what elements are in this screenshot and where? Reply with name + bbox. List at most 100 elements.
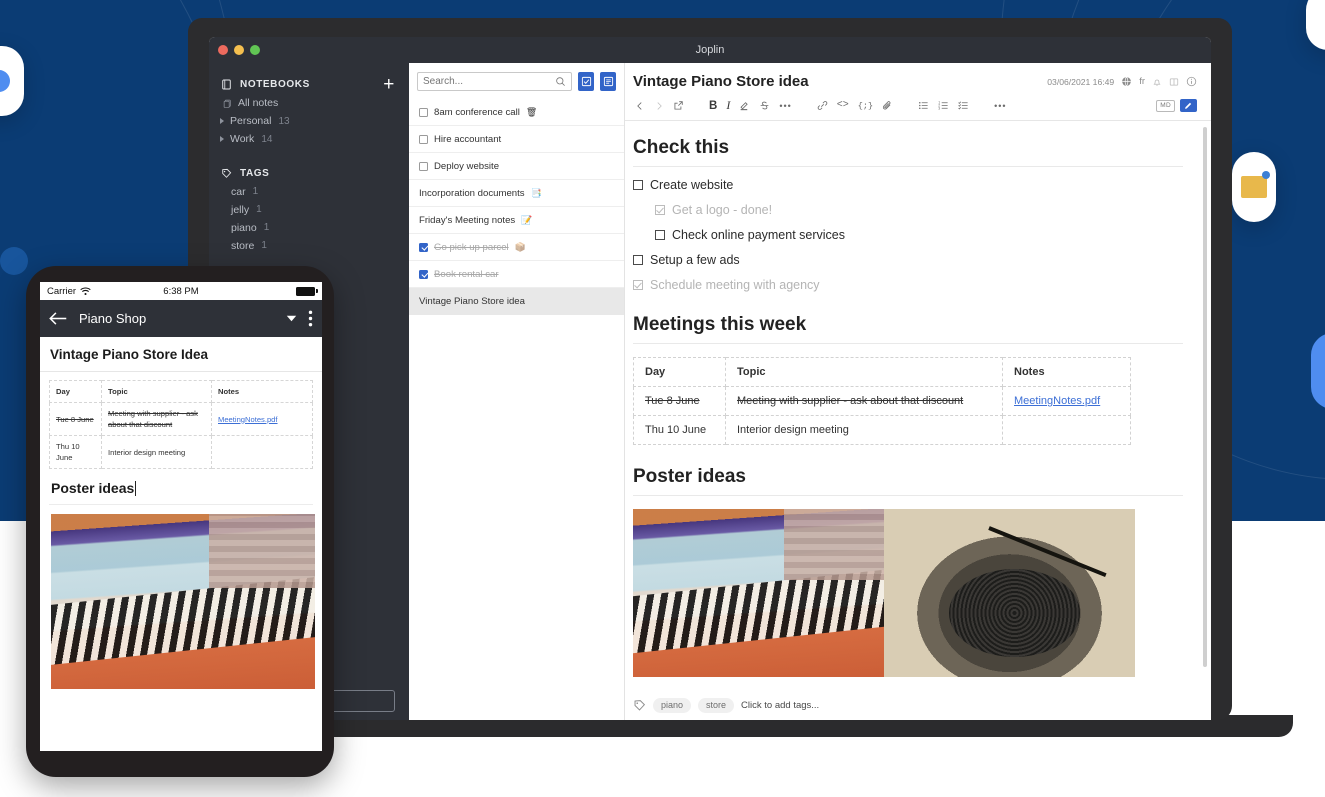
note-list-item[interactable]: Book rental car [409, 261, 624, 288]
sidebar-tag-label: jelly [231, 204, 250, 216]
section-heading-check-this: Check this [633, 137, 1183, 167]
todo-item[interactable]: Create website [633, 178, 1183, 192]
phone-piano-photo[interactable] [51, 514, 315, 689]
add-notebook-button[interactable]: + [383, 75, 395, 94]
todo-checkbox[interactable] [633, 180, 643, 190]
note-list-item[interactable]: Hire accountant [409, 126, 624, 153]
sidebar-tag-label: car [231, 186, 246, 198]
search-box[interactable] [417, 72, 572, 91]
phone-note-content[interactable]: Day Topic Notes Tue 8 June Meeting with … [40, 372, 322, 689]
note-item-emoji: 🗑 [525, 106, 538, 117]
sidebar-item-all-notes[interactable]: All notes [209, 94, 409, 112]
note-scrollbar[interactable] [1203, 127, 1207, 667]
search-icon[interactable] [555, 76, 566, 87]
toolbar-right-group: MD [1156, 99, 1197, 112]
alarm-icon[interactable] [1152, 77, 1162, 87]
note-tag-piano[interactable]: piano [653, 697, 692, 713]
meetings-table: Day Topic Notes Tue 8 June Meeting with … [633, 357, 1131, 445]
chevron-right-icon[interactable] [220, 136, 224, 142]
note-item-title: Deploy website [434, 160, 500, 172]
todo-item[interactable]: Setup a few ads [633, 253, 1183, 267]
note-checkbox[interactable] [419, 134, 428, 144]
forward-arrow-icon[interactable] [654, 101, 664, 111]
sidebar-tag-store[interactable]: store 1 [209, 237, 409, 255]
sticky-note-icon [1241, 171, 1270, 198]
note-checkbox[interactable] [419, 242, 428, 252]
sidebar-tag-piano[interactable]: piano 1 [209, 219, 409, 237]
search-input[interactable] [423, 76, 555, 87]
todo-checkbox-checked[interactable] [655, 205, 665, 215]
table-cell-day: Tue 8 June [49, 402, 102, 436]
note-checkbox[interactable] [419, 161, 428, 171]
attachment-icon[interactable] [882, 100, 893, 111]
link-icon[interactable] [817, 100, 828, 111]
note-list-item[interactable]: Deploy website [409, 153, 624, 180]
todo-item[interactable]: Get a logo - done! [655, 203, 1183, 217]
section-heading-poster: Poster ideas [633, 466, 1183, 496]
note-list-item[interactable]: Friday's Meeting notes 📝 [409, 207, 624, 234]
back-arrow-icon[interactable] [49, 311, 68, 326]
note-tag-store[interactable]: store [698, 697, 735, 713]
sidebar-tag-count: 1 [261, 240, 267, 251]
edit-toggle-button[interactable] [1180, 99, 1197, 112]
bold-button[interactable]: B [709, 100, 717, 112]
overflow-menu-icon[interactable] [308, 310, 313, 327]
strikethrough-icon[interactable] [759, 100, 770, 111]
external-link-icon[interactable] [673, 100, 684, 111]
table-cell-notes [1002, 415, 1131, 445]
note-checkbox[interactable] [419, 107, 428, 117]
code-block-button[interactable]: {;} [858, 101, 873, 111]
sidebar-item-work[interactable]: Work 14 [209, 130, 409, 148]
todo-checkbox[interactable] [655, 230, 665, 240]
todo-checkbox-checked[interactable] [633, 280, 643, 290]
window-titlebar: Joplin [209, 37, 1211, 63]
note-title[interactable]: Vintage Piano Store idea [633, 73, 1047, 90]
turntable-photo[interactable] [884, 509, 1135, 677]
todo-label: Setup a few ads [650, 253, 740, 267]
table-row: Thu 10 June Interior design meeting [49, 435, 313, 469]
more-format-button[interactable]: ••• [779, 101, 791, 111]
battery-icon [296, 286, 318, 296]
inline-code-button[interactable]: <> [837, 100, 849, 111]
sidebar-tag-jelly[interactable]: jelly 1 [209, 201, 409, 219]
todo-checkbox[interactable] [633, 255, 643, 265]
meeting-notes-link[interactable]: MeetingNotes.pdf [1014, 395, 1100, 407]
note-list-item-selected[interactable]: Vintage Piano Store idea [409, 288, 624, 315]
todo-label: Schedule meeting with agency [650, 278, 820, 292]
numbered-list-icon[interactable]: 123 [938, 100, 949, 111]
globe-icon[interactable] [1121, 76, 1132, 87]
note-checkbox[interactable] [419, 269, 428, 279]
table-cell-day: Tue 8 June [633, 386, 726, 416]
chevron-down-icon[interactable] [286, 314, 297, 323]
info-icon[interactable] [1186, 76, 1197, 87]
more-options-button[interactable]: ••• [994, 101, 1006, 111]
todo-item[interactable]: Check online payment services [655, 228, 1183, 242]
notebook-icon [221, 79, 232, 90]
note-list-item[interactable]: 8am conference call 🗑 [409, 99, 624, 126]
sidebar-tag-car[interactable]: car 1 [209, 183, 409, 201]
highlight-icon[interactable] [739, 100, 750, 111]
new-todo-button[interactable] [578, 72, 594, 91]
note-content[interactable]: Check this Create website Get a logo - d… [625, 121, 1211, 690]
bullet-list-icon[interactable] [918, 100, 929, 111]
piano-keyboard-photo[interactable] [633, 509, 884, 677]
phone-screen: Carrier 6:38 PM Piano Shop Vintage Piano… [40, 282, 322, 751]
phone-section-heading-poster: Poster ideas [49, 469, 313, 505]
sidebar-item-personal[interactable]: Personal 13 [209, 112, 409, 130]
sidebar-item-label: Personal [230, 115, 272, 127]
markdown-toggle-button[interactable]: MD [1156, 99, 1175, 112]
note-editor-panel: Vintage Piano Store idea 03/06/2021 16:4… [625, 63, 1211, 720]
meeting-notes-link[interactable]: MeetingNotes.pdf [218, 415, 278, 424]
split-view-icon[interactable] [1169, 77, 1179, 87]
chevron-right-icon[interactable] [220, 118, 224, 124]
phone-note-title[interactable]: Vintage Piano Store Idea [40, 337, 322, 372]
checkbox-list-icon[interactable] [958, 100, 969, 111]
new-note-button[interactable] [600, 72, 616, 91]
italic-button[interactable]: I [726, 98, 730, 113]
note-list-item[interactable]: Incorporation documents 📑 [409, 180, 624, 207]
todo-item[interactable]: Schedule meeting with agency [633, 278, 1183, 292]
decor-dot [0, 247, 28, 275]
note-list-item[interactable]: Go pick up parcel 📦 [409, 234, 624, 261]
add-tags-button[interactable]: Click to add tags... [741, 700, 819, 711]
back-arrow-icon[interactable] [635, 101, 645, 111]
